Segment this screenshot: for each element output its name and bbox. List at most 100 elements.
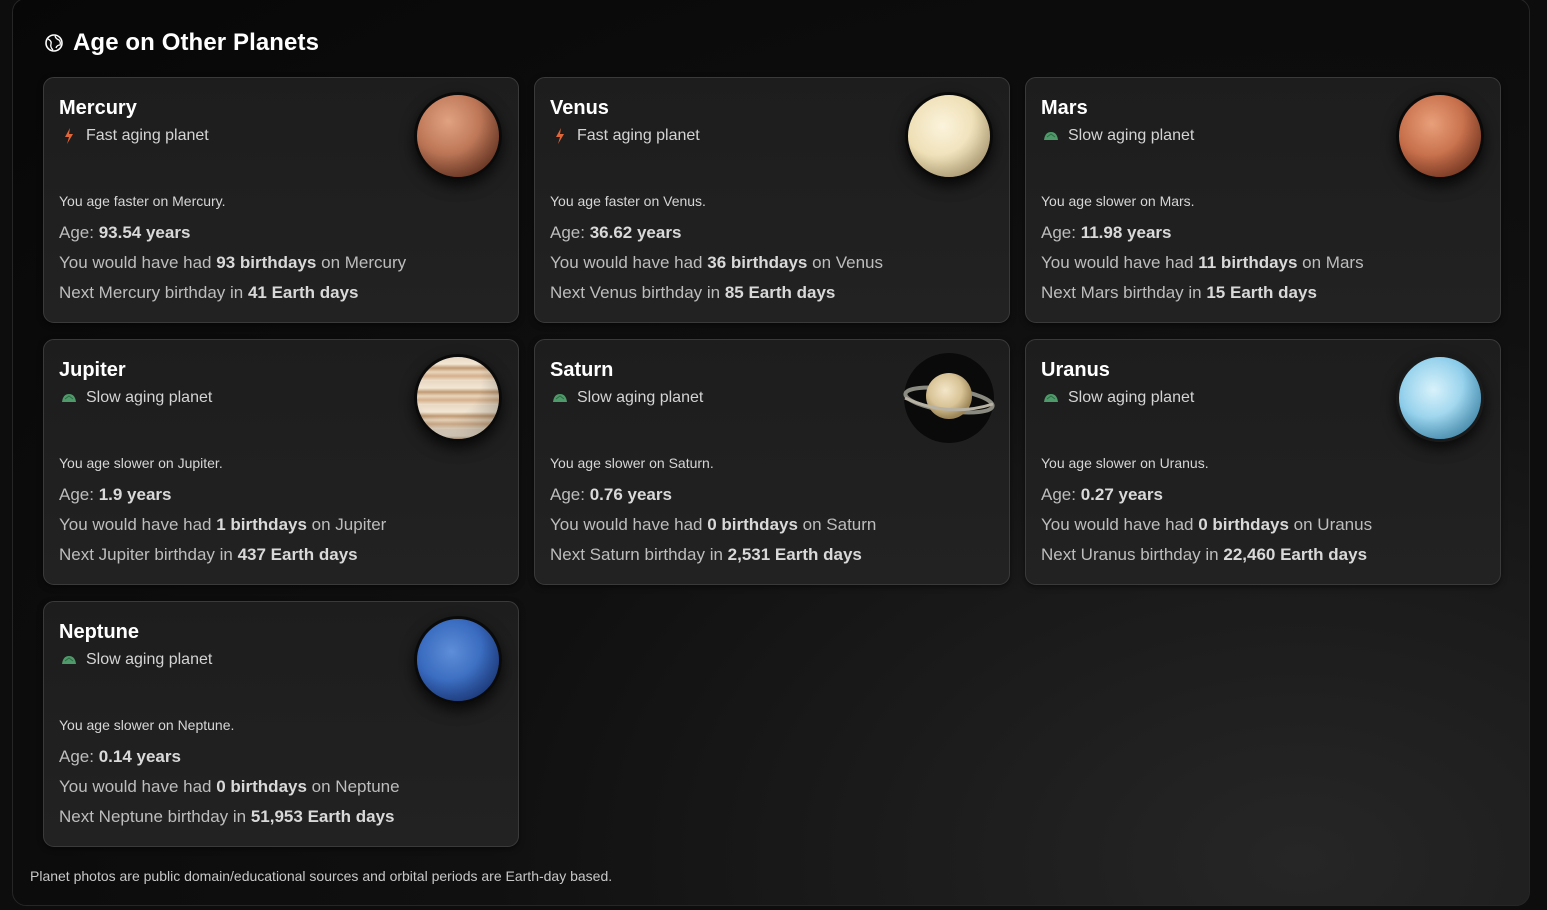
next-birthday-prefix: Next Mars birthday in [1041,283,1207,302]
aging-description: You age slower on Mars. [1041,193,1195,209]
next-birthday-row: Next Venus birthday in 85 Earth days [550,284,994,302]
age-value: 11.98 years [1080,223,1172,242]
aging-tag-label: Fast aging planet [577,127,700,144]
birthdays-count: 11 birthdays [1198,253,1298,272]
next-birthday-prefix: Next Saturn birthday in [550,545,728,564]
age-label: Age: [59,747,99,766]
mars-photo [1396,92,1484,180]
turtle-icon [1041,389,1061,407]
aging-description: You age slower on Neptune. [59,717,235,733]
birthdays-row: You would have had 0 birthdays on Neptun… [59,778,503,796]
page-title: Age on Other Planets [73,29,320,56]
birthdays-row: You would have had 11 birthdays on Mars [1041,254,1485,272]
age-value: 36.62 years [589,223,682,242]
next-birthday-prefix: Next Neptune birthday in [59,807,251,826]
turtle-icon [550,389,570,407]
planet-grid: Mercury Fast aging planet You age faster… [43,77,1501,847]
age-row: Age: 93.54 years [59,224,503,242]
aging-tag-label: Slow aging planet [577,389,704,406]
mercury-photo [414,92,502,180]
birthdays-count: 0 birthdays [216,777,307,796]
aging-tag-label: Slow aging planet [86,389,213,406]
next-birthday-row: Next Neptune birthday in 51,953 Earth da… [59,808,503,826]
planet-card-mars: Mars Slow aging planet You age slower on… [1025,77,1501,323]
age-row: Age: 36.62 years [550,224,994,242]
birthdays-count: 36 birthdays [707,253,808,272]
neptune-photo [414,616,502,704]
birthdays-prefix: You would have had [59,515,217,534]
age-row: Age: 0.14 years [59,748,503,766]
birthdays-row: You would have had 1 birthdays on Jupite… [59,516,503,534]
age-label: Age: [550,485,590,504]
lightning-icon [59,127,79,145]
aging-description: You age slower on Saturn. [550,455,714,471]
birthdays-prefix: You would have had [59,253,217,272]
photo-credit-note: Planet photos are public domain/educatio… [30,868,613,884]
lightning-icon [550,127,570,145]
age-row: Age: 1.9 years [59,486,503,504]
birthdays-row: You would have had 0 birthdays on Saturn [550,516,994,534]
next-birthday-days: 85 Earth days [724,283,836,302]
aging-description: You age faster on Mercury. [59,193,226,209]
age-label: Age: [59,223,99,242]
birthdays-prefix: You would have had [550,253,708,272]
age-row: Age: 0.76 years [550,486,994,504]
next-birthday-prefix: Next Venus birthday in [550,283,725,302]
planet-card-jupiter: Jupiter Slow aging planet You age slower… [43,339,519,585]
planet-card-venus: Venus Fast aging planet You age faster o… [534,77,1010,323]
age-row: Age: 11.98 years [1041,224,1485,242]
next-birthday-days: 437 Earth days [237,545,358,564]
next-birthday-row: Next Jupiter birthday in 437 Earth days [59,546,503,564]
age-label: Age: [1041,223,1081,242]
birthdays-count: 93 birthdays [216,253,317,272]
saturn-photo [903,352,995,444]
next-birthday-row: Next Mercury birthday in 41 Earth days [59,284,503,302]
birthdays-count: 0 birthdays [707,515,798,534]
globe-icon [45,34,63,52]
birthdays-row: You would have had 0 birthdays on Uranus [1041,516,1485,534]
birthdays-suffix: on Mars [1297,253,1364,272]
next-birthday-days: 51,953 Earth days [250,807,395,826]
next-birthday-prefix: Next Jupiter birthday in [59,545,238,564]
birthdays-row: You would have had 93 birthdays on Mercu… [59,254,503,272]
age-label: Age: [550,223,590,242]
birthdays-suffix: on Venus [807,253,884,272]
aging-tag-label: Slow aging planet [86,651,213,668]
birthdays-row: You would have had 36 birthdays on Venus [550,254,994,272]
birthdays-suffix: on Neptune [306,777,400,796]
birthdays-count: 0 birthdays [1198,515,1289,534]
birthdays-suffix: on Jupiter [306,515,387,534]
next-birthday-row: Next Uranus birthday in 22,460 Earth day… [1041,546,1485,564]
aging-tag-label: Slow aging planet [1068,127,1195,144]
birthdays-count: 1 birthdays [216,515,307,534]
turtle-icon [59,651,79,669]
age-row: Age: 0.27 years [1041,486,1485,504]
age-label: Age: [1041,485,1081,504]
turtle-icon [59,389,79,407]
birthdays-prefix: You would have had [550,515,708,534]
planet-age-panel: Age on Other Planets Mercury Fast aging … [12,0,1530,906]
age-value: 0.76 years [589,485,672,504]
venus-photo [905,92,993,180]
jupiter-photo [414,354,502,442]
next-birthday-prefix: Next Mercury birthday in [59,283,248,302]
aging-tag-label: Fast aging planet [86,127,209,144]
section-header: Age on Other Planets [43,27,1499,59]
next-birthday-days: 41 Earth days [247,283,359,302]
age-value: 93.54 years [98,223,191,242]
age-value: 0.14 years [98,747,181,766]
age-value: 0.27 years [1080,485,1163,504]
planet-card-saturn: Saturn Slow aging planet You age slower … [534,339,1010,585]
next-birthday-days: 2,531 Earth days [727,545,862,564]
aging-tag-label: Slow aging planet [1068,389,1195,406]
next-birthday-row: Next Mars birthday in 15 Earth days [1041,284,1485,302]
birthdays-prefix: You would have had [1041,253,1199,272]
turtle-icon [1041,127,1061,145]
age-label: Age: [59,485,99,504]
planet-card-neptune: Neptune Slow aging planet You age slower… [43,601,519,847]
aging-description: You age slower on Uranus. [1041,455,1209,471]
aging-description: You age faster on Venus. [550,193,706,209]
uranus-photo [1396,354,1484,442]
next-birthday-prefix: Next Uranus birthday in [1041,545,1224,564]
birthdays-suffix: on Saturn [797,515,877,534]
